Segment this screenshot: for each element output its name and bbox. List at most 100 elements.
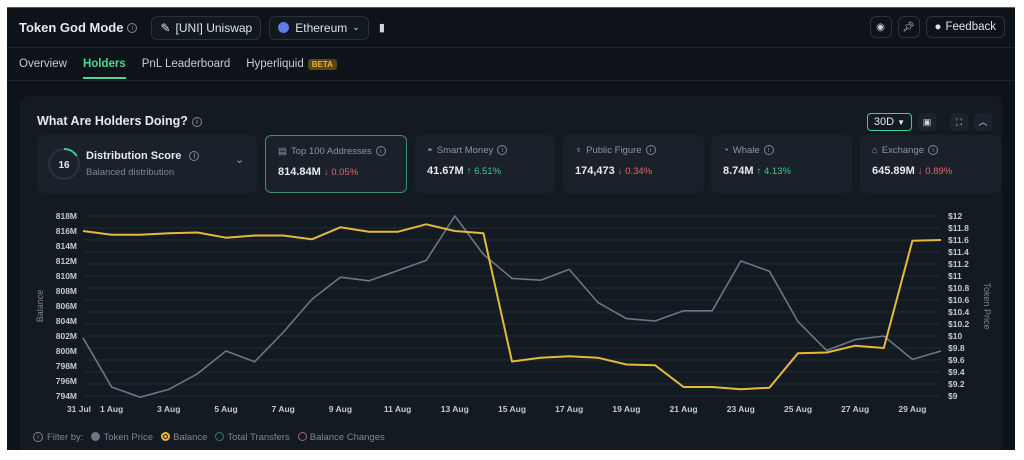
stat-change-value: 0.89% xyxy=(925,166,953,177)
y2-tick-label: $10 xyxy=(948,331,962,341)
stat-value-row: 645.89M ↓ 0.89% xyxy=(872,165,989,177)
y-tick-label: 794M xyxy=(56,391,77,401)
watch-button[interactable]: ◉ xyxy=(869,16,892,38)
range-dropdown[interactable]: 30D ▼ xyxy=(866,113,912,131)
x-tick-label: 27 Aug xyxy=(841,404,869,414)
legend-label: Total Transfers xyxy=(227,432,290,443)
info-icon[interactable]: i xyxy=(189,151,200,162)
fullscreen-button[interactable]: ⛶ xyxy=(950,113,968,131)
info-icon[interactable]: i xyxy=(763,145,774,156)
stat-label: ♆ Public Figure i xyxy=(575,145,692,156)
stat-value-row: 8.74M ↑ 4.13% xyxy=(723,165,840,177)
y2-tick-label: $10.2 xyxy=(948,319,970,329)
legend-balance-changes[interactable]: Balance Changes xyxy=(297,432,385,443)
tab-pnl-leaderboard[interactable]: PnL Leaderboard xyxy=(142,48,230,81)
distribution-sub: Balanced distribution xyxy=(86,167,175,178)
stat-value: 174,473 xyxy=(575,165,615,177)
y-tick-label: 808M xyxy=(56,286,77,296)
calendar-button[interactable]: ▣ xyxy=(918,113,936,131)
stat-label: ▤ Top 100 Addresses i xyxy=(278,146,394,157)
y-tick-label: 814M xyxy=(56,241,77,251)
x-tick-label: 17 Aug xyxy=(555,404,583,414)
holders-card: What Are Holders Doing? i 30D ▼ ▣ ⛶ ︿ 16 … xyxy=(20,96,1002,450)
info-icon[interactable]: i xyxy=(645,145,656,156)
stat-change-value: 0.05% xyxy=(331,167,359,178)
stat-change: ↑ 4.13% xyxy=(757,166,791,177)
stat-value-row: 174,473 ↓ 0.34% xyxy=(575,165,692,177)
eye-icon: ◉ xyxy=(876,21,885,33)
y-tick-label: 818M xyxy=(56,211,77,221)
arrow-down-icon: ↓ xyxy=(917,166,923,177)
bank-icon: ⌂ xyxy=(872,145,878,156)
y-axis-label: Balance xyxy=(35,290,45,323)
chevron-down-icon: ⌄ xyxy=(352,22,360,32)
holders-chart: $12 $11.8 $11.6 $11.4 $11.2 $11 $10.8 $10.6 $10.… xyxy=(35,211,992,414)
y2-axis-label: Token Price xyxy=(982,282,992,329)
y2-tick-label: $10.8 xyxy=(948,283,970,293)
stat-label: ◓ Smart Money i xyxy=(427,145,543,156)
y-tick-label: 796M xyxy=(56,376,77,386)
ethereum-icon xyxy=(278,22,290,33)
y2-tick-label: $9 xyxy=(948,391,958,401)
y2-tick-label: $11.8 xyxy=(948,223,969,233)
y-tick-label: 810M xyxy=(56,271,77,281)
stat-value-row: 814.84M ↓ 0.05% xyxy=(278,166,394,178)
x-tick-label: 21 Aug xyxy=(670,404,698,414)
tab-bar: Overview Holders PnL Leaderboard Hyperli… xyxy=(7,48,1015,81)
arrow-up-icon: ↑ xyxy=(756,166,762,177)
x-tick-label: 11 Aug xyxy=(384,404,412,414)
stat-label-text: Smart Money xyxy=(436,145,494,156)
feedback-label: Feedback xyxy=(945,21,996,33)
whale-icon: ◔ xyxy=(723,145,729,156)
collapse-button[interactable]: ︿ xyxy=(974,113,992,131)
tab-holders[interactable]: Holders xyxy=(82,48,126,81)
chain-selector[interactable]: Ethereum ⌄ xyxy=(269,15,369,40)
token-selector[interactable]: ✎ [UNI] Uniswap xyxy=(151,15,262,40)
filter-label: i Filter by: xyxy=(33,432,83,443)
stat-value-row: 41.67M ↑ 6.51% xyxy=(427,165,543,177)
teal-circle-icon xyxy=(215,432,225,441)
y2-tick-label: $10.6 xyxy=(948,295,970,305)
y2-tick-label: $11.2 xyxy=(948,259,969,269)
tab-overview[interactable]: Overview xyxy=(19,48,67,81)
info-icon[interactable]: i xyxy=(928,145,939,156)
info-icon[interactable]: i xyxy=(127,22,138,33)
stat-change: ↓ 0.34% xyxy=(618,166,652,177)
chevron-down-icon[interactable]: ⌄ xyxy=(235,153,244,166)
legend-token-price[interactable]: Token Price xyxy=(91,432,153,443)
stat-card-whale[interactable]: ◔ Whale i 8.74M ↑ 4.13% xyxy=(711,135,852,193)
legend-total-transfers[interactable]: Total Transfers xyxy=(215,432,290,443)
feedback-button[interactable]: ● Feedback xyxy=(925,16,1005,38)
info-icon: i xyxy=(33,432,43,443)
stat-label-text: Public Figure xyxy=(586,145,642,156)
stat-change: ↑ 6.51% xyxy=(467,166,501,177)
chain-name: Ethereum xyxy=(295,20,348,35)
stat-card-top-100-addresses[interactable]: ▤ Top 100 Addresses i 814.84M ↓ 0.05% xyxy=(265,135,407,193)
yellow-dot-icon xyxy=(161,432,171,441)
copy-icon[interactable]: ▮ xyxy=(379,21,385,34)
y2-tick-label: $11.6 xyxy=(948,235,969,245)
legend-label: Balance xyxy=(173,432,208,443)
info-icon[interactable]: i xyxy=(497,145,508,156)
stat-label: ◔ Whale i xyxy=(723,145,840,156)
tab-hyperliquid[interactable]: Hyperliquid BETA xyxy=(246,48,337,81)
pin-icon: 📌︎ xyxy=(902,21,915,33)
chevron-up-icon: ︿ xyxy=(978,117,988,127)
stat-label-text: Exchange xyxy=(881,145,925,156)
info-icon[interactable]: i xyxy=(191,116,202,127)
distribution-title: Distribution Score xyxy=(86,150,182,162)
stat-card-smart-money[interactable]: ◓ Smart Money i 41.67M ↑ 6.51% xyxy=(415,135,555,193)
arrow-down-icon: ↓ xyxy=(617,166,623,177)
app-window: Token God Mode i ✎ [UNI] Uniswap Ethereum… xyxy=(7,7,1015,450)
beta-badge: BETA xyxy=(307,58,337,70)
distribution-score-card[interactable]: 16 Distribution Score i Balanced distribu… xyxy=(37,135,257,193)
public-figure-icon: ♆ xyxy=(575,145,583,156)
arrow-down-icon: ↓ xyxy=(323,167,329,178)
info-icon[interactable]: i xyxy=(375,146,386,157)
legend-balance[interactable]: Balance xyxy=(161,432,207,443)
chart-legend: i Filter by: Token Price Balance Total Tr… xyxy=(33,432,385,443)
stat-card-public-figure[interactable]: ♆ Public Figure i 174,473 ↓ 0.34% xyxy=(563,135,704,193)
filter-text: Filter by: xyxy=(47,432,84,443)
pin-button[interactable]: 📌︎ xyxy=(897,16,920,38)
stat-card-exchange[interactable]: ⌂ Exchange i 645.89M ↓ 0.89% xyxy=(860,135,1001,193)
